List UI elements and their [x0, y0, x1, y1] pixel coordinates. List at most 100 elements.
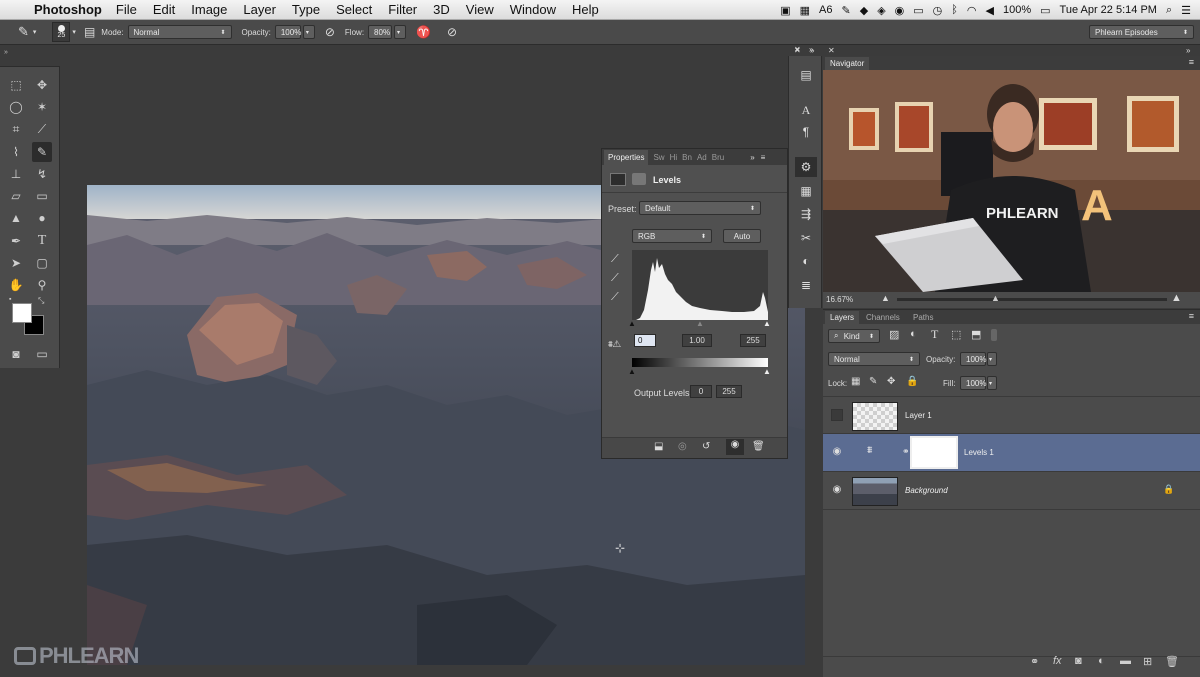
output-black-slider[interactable]: ▲	[628, 367, 636, 376]
menu-view[interactable]: View	[466, 2, 494, 17]
fx-icon[interactable]: fx	[1053, 655, 1062, 667]
layer-opacity-button[interactable]: ▾	[987, 352, 997, 366]
brush-panel-icon[interactable]: ▤	[84, 25, 95, 39]
eyedropper-tool-icon[interactable]: ⟋	[32, 119, 52, 139]
wifi-icon[interactable]: ◠	[967, 4, 977, 17]
layer-name[interactable]: Layer 1	[905, 411, 932, 420]
pressure-size-icon[interactable]: ⊘	[447, 25, 457, 39]
close-icon[interactable]: ✕	[794, 46, 801, 55]
tool-presets-icon[interactable]: ⚙	[795, 157, 817, 177]
output-white-field[interactable]: 255	[716, 385, 742, 398]
magic-wand-tool-icon[interactable]: ✶	[32, 97, 52, 117]
layer-name[interactable]: Background	[905, 486, 948, 495]
output-black-field[interactable]: 0	[690, 385, 712, 398]
lock-transparent-icon[interactable]: ▦	[851, 376, 860, 387]
clock[interactable]: Tue Apr 22 5:14 PM	[1060, 4, 1157, 16]
healing-brush-tool-icon[interactable]: ⌇	[6, 142, 26, 162]
filter-toggle[interactable]	[991, 329, 997, 341]
opacity-slider-button[interactable]: ▾	[302, 25, 315, 39]
zoom-out-icon[interactable]: ▲	[881, 293, 890, 303]
menu-type[interactable]: Type	[292, 2, 320, 17]
channel-select[interactable]: RGB ⬍	[632, 229, 712, 243]
layer-row-layer1[interactable]: Layer 1	[823, 396, 1200, 434]
layer-row-levels1[interactable]: ◉ ⩩ ⚭ Levels 1	[823, 434, 1200, 472]
panel-menu-icon[interactable]: ≡	[1189, 57, 1194, 67]
lock-pixels-icon[interactable]: ✎	[869, 376, 877, 387]
menu-select[interactable]: Select	[336, 2, 372, 17]
panel-menu-icon[interactable]: ≡	[1189, 311, 1194, 321]
camera-icon[interactable]: ▣	[780, 4, 790, 17]
panel-menu-icon[interactable]: ≡	[761, 153, 766, 162]
eraser-tool-icon[interactable]: ▱	[6, 186, 26, 206]
clip-to-layer-icon[interactable]: ⬓	[654, 441, 663, 452]
gray-point-eyedropper-icon[interactable]: ⟋	[611, 272, 619, 285]
paragraph-panel-icon[interactable]: ¶	[795, 122, 817, 142]
input-black-field[interactable]: 0	[634, 334, 656, 347]
view-previous-icon[interactable]: ◎	[678, 441, 687, 452]
hand-tool-icon[interactable]: ✋	[6, 275, 26, 295]
character-panel-icon[interactable]: A	[795, 100, 817, 120]
tab-layers[interactable]: Layers	[825, 311, 860, 324]
color-panel-icon[interactable]: ◐	[795, 251, 817, 271]
menu-layer[interactable]: Layer	[243, 2, 276, 17]
collapse-arrows-icon[interactable]: »	[4, 49, 8, 56]
input-white-slider[interactable]: ▲	[763, 319, 771, 328]
collapse-arrows-icon[interactable]: »	[1186, 46, 1190, 55]
brush-size-picker[interactable]: 25	[52, 22, 71, 42]
volume-icon[interactable]: ◀	[986, 4, 994, 17]
flow-slider-button[interactable]: ▾	[394, 25, 407, 39]
quick-mask-icon[interactable]: ◙	[6, 344, 26, 364]
pen-tool-icon[interactable]: ✒	[6, 231, 26, 251]
type-filter-icon[interactable]: T	[931, 327, 938, 342]
zoom-value[interactable]: 16.67%	[826, 295, 853, 304]
mode-select[interactable]: Normal ⬍	[127, 25, 232, 39]
tab-histogram[interactable]: Hi	[670, 153, 678, 162]
screen-mode-icon[interactable]: ▭	[32, 344, 52, 364]
menu-image[interactable]: Image	[191, 2, 227, 17]
link-layers-icon[interactable]: ⚭	[1030, 655, 1039, 668]
marquee-tool-icon[interactable]: ⬚	[6, 75, 26, 95]
auto-button[interactable]: Auto	[723, 229, 761, 243]
pixel-filter-icon[interactable]: ▨	[889, 328, 899, 341]
clone-stamp-tool-icon[interactable]: ⊥	[6, 164, 26, 184]
zoom-slider-thumb[interactable]: ▲	[991, 293, 1000, 303]
fill-button[interactable]: ▾	[987, 376, 997, 390]
workspace-select[interactable]: Phlearn Episodes ⬍	[1089, 25, 1194, 39]
menu-window[interactable]: Window	[510, 2, 556, 17]
input-gamma-slider[interactable]: ▲	[696, 319, 704, 328]
output-white-slider[interactable]: ▲	[763, 367, 771, 376]
menu-help[interactable]: Help	[572, 2, 599, 17]
menu-filter[interactable]: Filter	[388, 2, 417, 17]
menu-edit[interactable]: Edit	[153, 2, 175, 17]
input-white-field[interactable]: 255	[740, 334, 766, 347]
gradient-tool-icon[interactable]: ▭	[32, 186, 52, 206]
zoom-tool-icon[interactable]: ⚲	[32, 275, 52, 295]
mask-link-icon[interactable]: ⚭	[902, 446, 910, 457]
battery-icon[interactable]: ▭	[1040, 4, 1050, 17]
airbrush-icon[interactable]: ♈	[416, 25, 431, 39]
dropbox-icon[interactable]: ◈	[877, 4, 885, 17]
bell-icon[interactable]: ◆	[860, 4, 868, 17]
move-tool-icon[interactable]: ✥	[32, 75, 52, 95]
calculate-histogram-icon[interactable]: ⩩⚠	[608, 339, 621, 350]
tab-channels[interactable]: Channels	[866, 313, 900, 322]
tab-navigator[interactable]: Navigator	[825, 57, 870, 70]
dodge-tool-icon[interactable]: ●	[32, 208, 52, 228]
search-icon[interactable]: ⌕	[1166, 4, 1172, 17]
type-tool-icon[interactable]: T	[32, 231, 52, 251]
eye-icon[interactable]: ◉	[831, 484, 843, 496]
visibility-eye-icon[interactable]: ◉	[726, 439, 744, 455]
eye-icon[interactable]: ◉	[895, 4, 905, 17]
tab-adjustments[interactable]: Ad	[697, 153, 707, 162]
grid-panel-icon[interactable]: ▦	[795, 181, 817, 201]
swap-colors-icon[interactable]: ⤡	[38, 296, 44, 306]
new-group-icon[interactable]: ▬	[1120, 655, 1131, 667]
brush-presets-icon[interactable]: ✂	[795, 228, 817, 248]
menu-3d[interactable]: 3D	[433, 2, 450, 17]
tab-brush[interactable]: Bn	[682, 153, 692, 162]
tab-paths[interactable]: Paths	[913, 313, 933, 322]
adobe-icon[interactable]: A6	[819, 4, 832, 16]
shape-tool-icon[interactable]: ▢	[32, 253, 52, 273]
brush-picker-chevron-icon[interactable]: ▾	[72, 28, 76, 36]
history-panel-icon[interactable]: ▤	[795, 65, 817, 85]
